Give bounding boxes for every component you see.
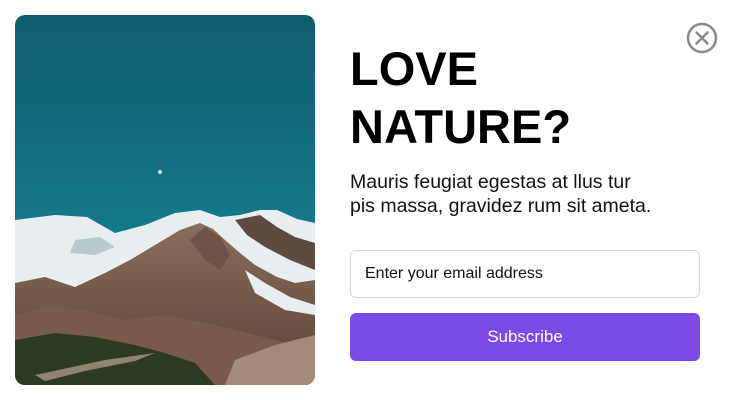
popup-description: Mauris feugiat egestas at llus tur pis m… bbox=[350, 170, 710, 218]
newsletter-popup: LOVE NATURE? Mauris feugiat egestas at l… bbox=[0, 0, 740, 400]
email-input[interactable] bbox=[350, 250, 700, 298]
hero-image bbox=[15, 15, 315, 385]
popup-title-line-2: NATURE? bbox=[350, 100, 572, 153]
popup-description-line-1: Mauris feugiat egestas at llus tur bbox=[350, 171, 631, 193]
subscribe-button[interactable]: Subscribe bbox=[350, 313, 700, 361]
popup-title: LOVE NATURE? bbox=[350, 40, 710, 156]
moon-icon bbox=[158, 170, 162, 174]
popup-title-line-1: LOVE bbox=[350, 42, 478, 95]
popup-description-line-2: pis massa, gravidez rum sit ameta. bbox=[350, 195, 652, 217]
mountain-landscape-icon bbox=[15, 15, 315, 385]
